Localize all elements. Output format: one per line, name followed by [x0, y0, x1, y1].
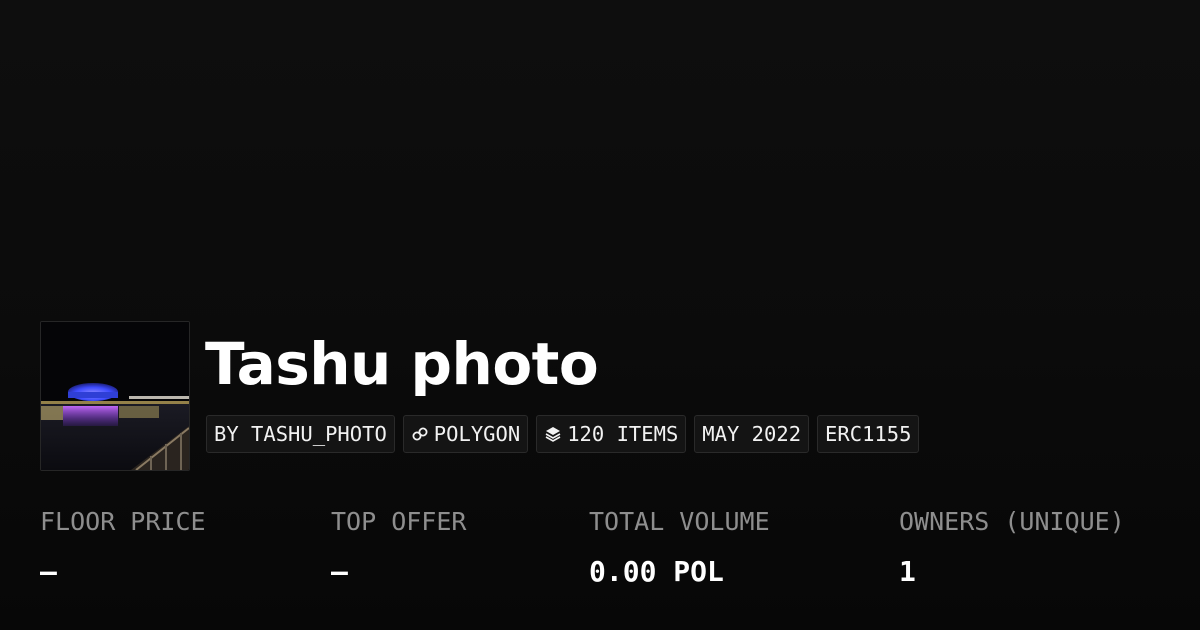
- stat-total-volume: TOTAL VOLUME 0.00 POL: [589, 506, 770, 588]
- stat-floor-price: FLOOR PRICE –: [40, 506, 206, 588]
- items-tag-label: 120 ITEMS: [567, 422, 679, 446]
- chain-tag[interactable]: POLYGON: [402, 415, 529, 453]
- layers-icon: [544, 425, 562, 443]
- stat-value: 1: [899, 555, 916, 588]
- standard-tag-label: ERC1155: [825, 422, 912, 446]
- date-tag-label: MAY 2022: [702, 422, 802, 446]
- chain-tag-label: POLYGON: [433, 422, 521, 446]
- stat-label: TOTAL VOLUME: [589, 507, 770, 536]
- creator-tag[interactable]: BY TASHU_PHOTO: [206, 415, 395, 453]
- stat-label: TOP OFFER: [331, 507, 467, 536]
- date-tag: MAY 2022: [694, 415, 810, 453]
- items-tag[interactable]: 120 ITEMS: [536, 415, 687, 453]
- collection-title: Tashu photo: [205, 330, 599, 398]
- standard-tag: ERC1155: [817, 415, 920, 453]
- collection-card: Tashu photo BY TASHU_PHOTO POLYGON 120 I…: [0, 0, 1200, 630]
- creator-tag-label: BY TASHU_PHOTO: [214, 422, 387, 446]
- stat-owners: OWNERS (UNIQUE) 1: [899, 506, 1125, 588]
- stat-value: 0.00 POL: [589, 555, 724, 588]
- polygon-chain-icon: [411, 425, 429, 443]
- stat-value: –: [331, 555, 348, 588]
- collection-tags: BY TASHU_PHOTO POLYGON 120 ITEMS MAY 202…: [206, 415, 920, 453]
- stat-value: –: [40, 555, 57, 588]
- stat-label: OWNERS (UNIQUE): [899, 507, 1125, 536]
- stat-top-offer: TOP OFFER –: [331, 506, 466, 588]
- night-stadium-photo: [41, 322, 189, 470]
- collection-thumbnail[interactable]: [40, 321, 190, 471]
- stat-label: FLOOR PRICE: [40, 507, 206, 536]
